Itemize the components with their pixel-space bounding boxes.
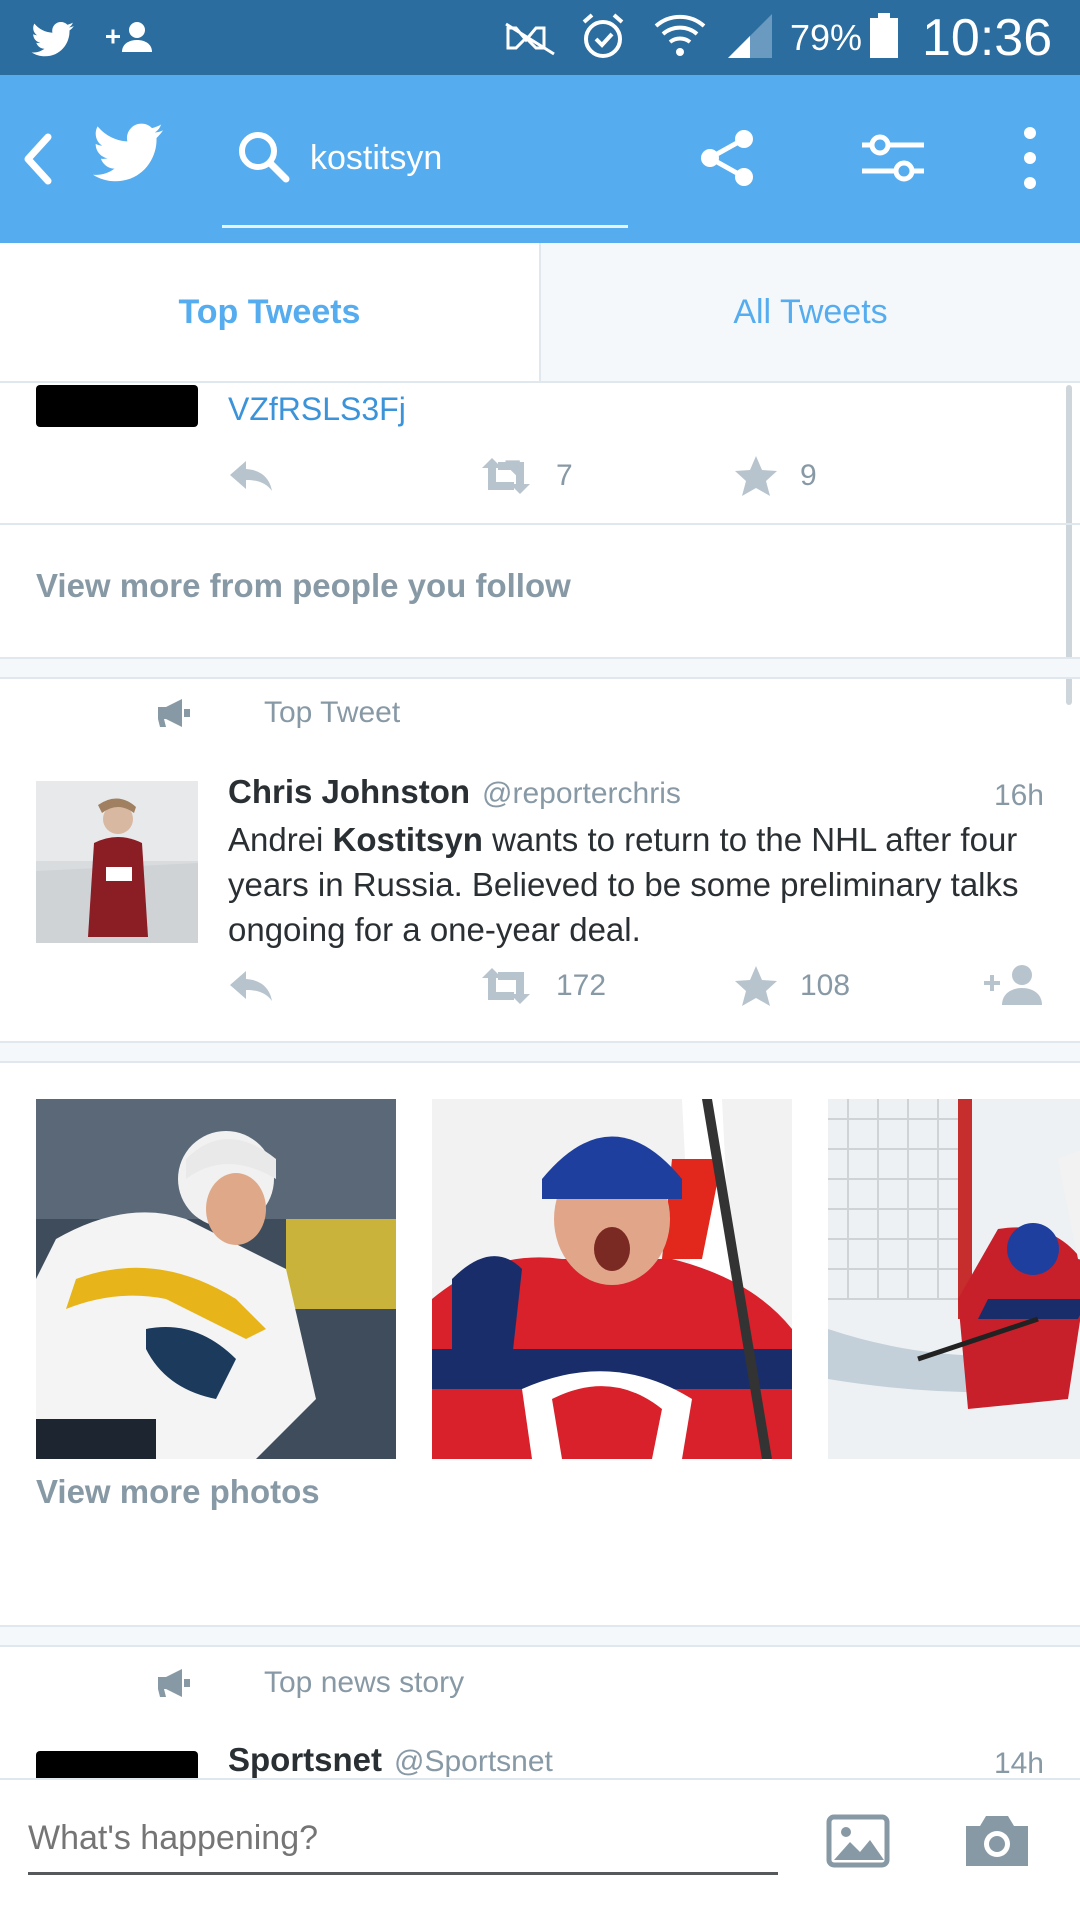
battery-percentage: 79% <box>790 16 863 58</box>
avatar[interactable] <box>36 1751 198 1778</box>
favorite-count: 108 <box>800 969 851 1002</box>
search-underline <box>222 225 628 228</box>
retweet-button[interactable]: 172 <box>478 961 606 1011</box>
megaphone-icon <box>158 1669 190 1697</box>
section-gap <box>0 1625 1080 1647</box>
tweet-link[interactable]: VZfRSLS3Fj <box>228 391 406 428</box>
signal-icon <box>728 14 772 58</box>
status-bar: 79% 10:36 <box>0 0 1080 75</box>
tab-top-tweets[interactable]: Top Tweets <box>0 243 539 381</box>
favorite-count: 9 <box>800 459 817 492</box>
tweet-author[interactable]: Chris Johnston @reporterchris <box>228 773 681 811</box>
reply-icon[interactable] <box>228 961 274 1011</box>
timeline[interactable]: VZfRSLS3Fj 7 9 View more from people you… <box>0 385 1080 1778</box>
view-more-photos-link[interactable]: View more photos <box>36 1473 320 1511</box>
hockey-goal-crease-photo[interactable] <box>828 1099 1080 1459</box>
search-query[interactable]: kostitsyn <box>310 139 442 178</box>
favorite-button[interactable]: 9 <box>734 451 817 501</box>
tweet-author[interactable]: Sportsnet @Sportsnet <box>228 1741 553 1778</box>
overflow-menu-icon[interactable] <box>1010 123 1050 193</box>
retweet-icon <box>482 968 530 1004</box>
wifi-icon <box>654 14 706 56</box>
retweet-count: 7 <box>556 459 573 492</box>
action-bar: kostitsyn <box>0 75 1080 243</box>
news-story-context: Top news story <box>156 1661 464 1705</box>
avatar[interactable] <box>36 781 198 943</box>
context-label: Top news story <box>264 1666 465 1699</box>
back-icon[interactable] <box>18 127 58 191</box>
tweet-text: Andrei Kostitsyn wants to return to the … <box>228 821 1019 948</box>
tweet-handle: @Sportsnet <box>394 1745 553 1778</box>
tweet-timestamp: 14h <box>993 1747 1044 1778</box>
view-more-follow-link[interactable]: View more from people you follow <box>36 567 571 605</box>
camera-icon[interactable] <box>962 1810 1032 1870</box>
tweet-timestamp: 16h <box>993 779 1044 812</box>
favorite-button[interactable]: 108 <box>734 961 850 1011</box>
section-gap <box>0 657 1080 679</box>
retweet-icon <box>482 458 530 494</box>
reply-icon[interactable] <box>228 451 274 501</box>
tweet-actions: 7 9 <box>228 451 1058 501</box>
tweet-handle: @reporterchris <box>482 777 681 810</box>
compose-underline <box>28 1872 778 1875</box>
hockey-player-predators-photo[interactable] <box>36 1099 396 1459</box>
compose-bar <box>0 1778 1080 1920</box>
image-icon[interactable] <box>826 1814 890 1868</box>
star-icon <box>735 966 777 1006</box>
nfc-muted-icon <box>505 22 555 56</box>
hockey-player-canadiens-photo[interactable] <box>432 1099 792 1459</box>
follow-icon[interactable] <box>982 961 1046 1011</box>
top-tweet-context: Top Tweet <box>156 691 400 735</box>
twitter-icon <box>31 21 74 57</box>
twitter-logo-icon[interactable] <box>92 121 166 187</box>
add-user-icon <box>106 22 152 52</box>
clock: 10:36 <box>922 8 1053 67</box>
search-tabs: Top Tweets All Tweets <box>0 243 1080 383</box>
avatar[interactable] <box>36 385 198 427</box>
share-icon[interactable] <box>696 127 758 189</box>
retweet-button[interactable]: 7 <box>478 451 573 501</box>
photo-strip <box>36 1099 1080 1459</box>
context-label: Top Tweet <box>264 696 401 729</box>
tweet-actions: 172 108 <box>228 961 1058 1011</box>
tab-all-tweets[interactable]: All Tweets <box>539 243 1080 381</box>
alarm-icon <box>582 13 624 58</box>
divider <box>0 523 1080 525</box>
retweet-count: 172 <box>556 969 607 1002</box>
filter-icon[interactable] <box>858 127 932 189</box>
star-icon <box>735 456 777 496</box>
section-gap <box>0 1041 1080 1063</box>
battery-icon <box>870 13 898 58</box>
search-icon[interactable] <box>236 129 290 183</box>
megaphone-icon <box>158 699 190 727</box>
compose-input[interactable] <box>28 1808 778 1868</box>
